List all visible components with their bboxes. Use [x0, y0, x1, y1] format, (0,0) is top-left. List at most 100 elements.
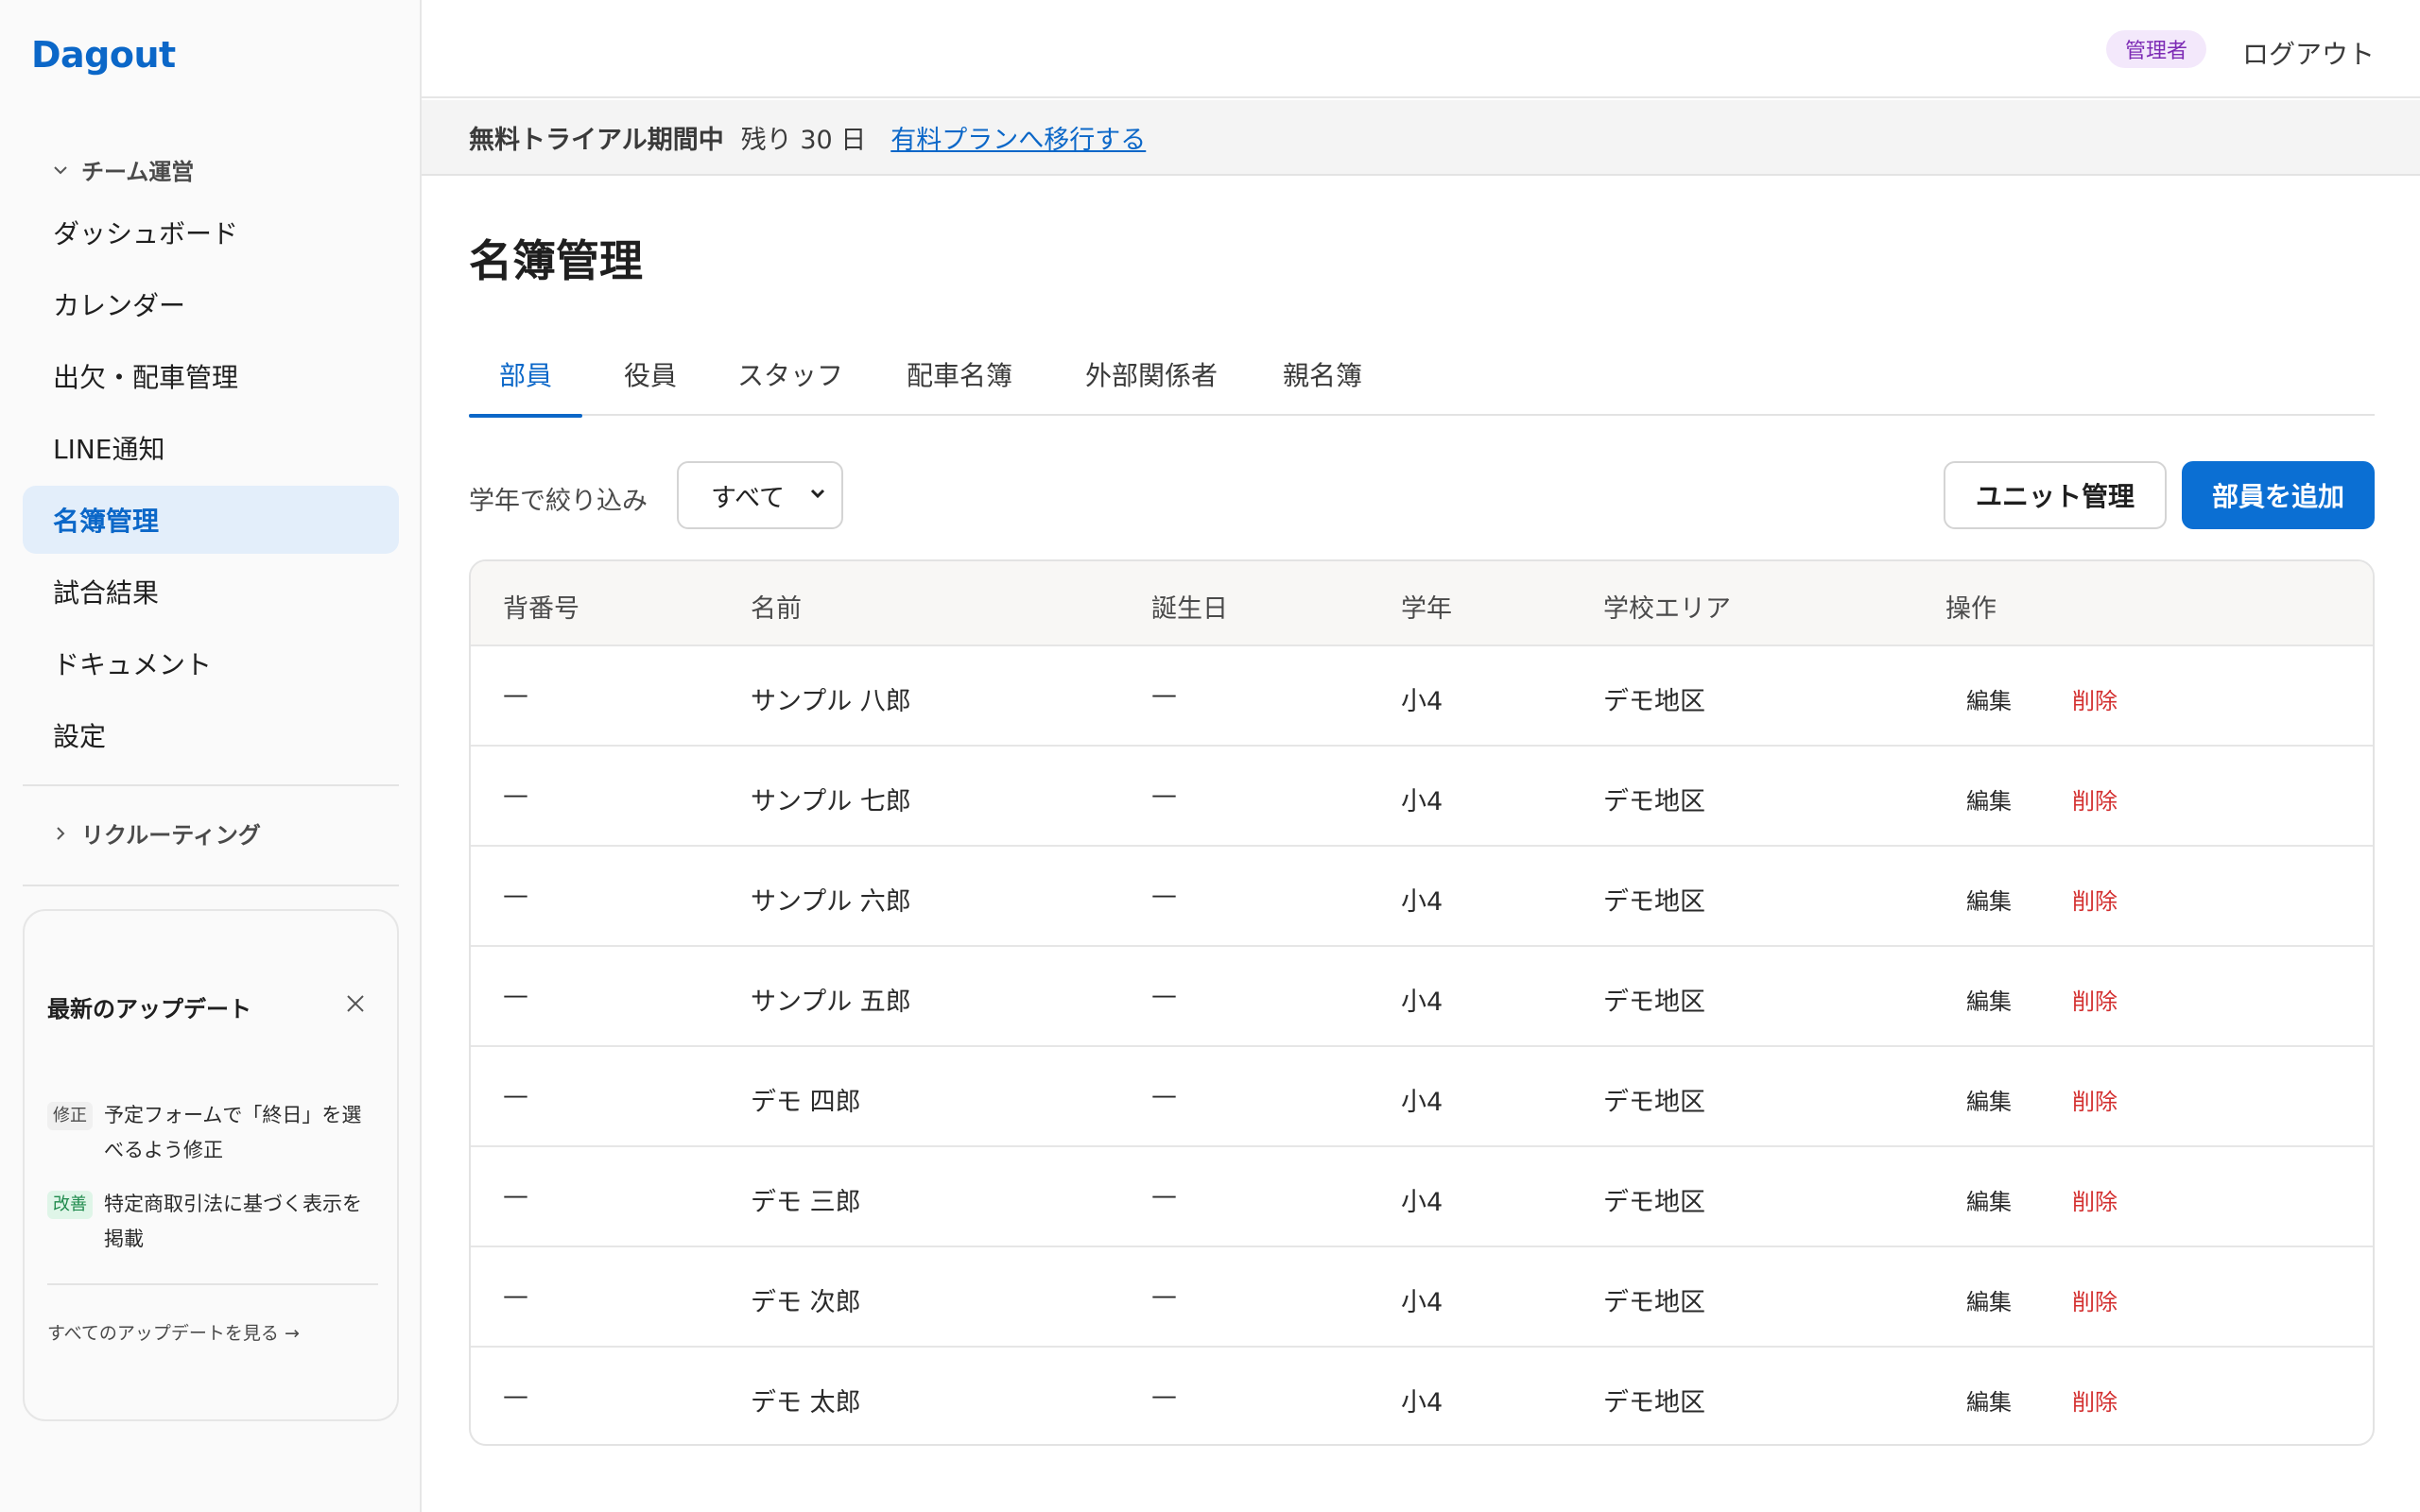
column-header: 背番号	[503, 594, 579, 624]
delete-button[interactable]: 削除	[2072, 983, 2118, 1016]
all-updates-link[interactable]: すべてのアップデートを見る →	[47, 1319, 300, 1345]
delete-button[interactable]: 削除	[2072, 883, 2118, 916]
edit-button[interactable]: 編集	[1966, 983, 2012, 1016]
cell-number: —	[503, 1281, 528, 1311]
tab-staff[interactable]: スタッフ	[724, 350, 856, 416]
sidebar-item-label: LINE通知	[53, 434, 165, 465]
cell-name: デモ 太郎	[751, 1388, 861, 1418]
table-row: — サンプル 五郎 — 小4 デモ地区 編集 削除	[471, 945, 2373, 1045]
delete-button[interactable]: 削除	[2072, 1383, 2118, 1417]
chevron-down-icon	[807, 481, 828, 510]
sidebar-group-recruiting[interactable]: リクルーティング	[47, 816, 261, 850]
sidebar-divider	[23, 885, 399, 886]
app-logo[interactable]: Dagout	[31, 34, 176, 76]
sidebar-item-label: 設定	[53, 721, 107, 752]
edit-button[interactable]: 編集	[1966, 1083, 2012, 1116]
cell-name: デモ 次郎	[751, 1288, 861, 1317]
members-table: 背番号 名前 誕生日 学年 学校エリア 操作 — サンプル 八郎 — 小4 デモ地区 編集…	[469, 559, 2375, 1446]
edit-button[interactable]: 編集	[1966, 782, 2012, 816]
tab-label: 親名簿	[1282, 360, 1362, 391]
add-member-button[interactable]: 部員を追加	[2182, 461, 2375, 529]
cell-area: デモ地区	[1603, 687, 1705, 716]
sidebar-item-attendance[interactable]: 出欠・配車管理	[23, 342, 399, 410]
sidebar-group-team[interactable]: チーム運営	[47, 153, 194, 186]
edit-button[interactable]: 編集	[1966, 883, 2012, 916]
update-entry: 修正 予定フォームで「終日」を選べるよう修正	[47, 1098, 378, 1168]
tab-carpool[interactable]: 配車名簿	[881, 350, 1038, 416]
delete-button[interactable]: 削除	[2072, 1083, 2118, 1116]
delete-button[interactable]: 削除	[2072, 782, 2118, 816]
sidebar-item-line[interactable]: LINE通知	[23, 414, 399, 482]
sidebar-item-calendar[interactable]: カレンダー	[23, 270, 399, 338]
tab-officers[interactable]: 役員	[590, 350, 711, 416]
delete-button[interactable]: 削除	[2072, 1183, 2118, 1216]
sidebar: Dagout チーム運営 ダッシュボード カレンダー 出欠・配車管理 LINE通…	[0, 0, 422, 1512]
edit-button[interactable]: 編集	[1966, 682, 2012, 715]
chevron-right-icon	[47, 820, 74, 847]
cell-number: —	[503, 781, 528, 810]
cell-grade: 小4	[1401, 787, 1443, 816]
cell-birthday: —	[1151, 1181, 1177, 1211]
update-entry: 改善 特定商取引法に基づく表示を掲載	[47, 1187, 378, 1257]
sidebar-group-label: リクルーティング	[81, 822, 261, 849]
sidebar-item-dashboard[interactable]: ダッシュボード	[23, 198, 399, 266]
edit-button[interactable]: 編集	[1966, 1283, 2012, 1316]
grade-filter-select[interactable]: すべて	[677, 461, 843, 529]
table-row: — デモ 三郎 — 小4 デモ地区 編集 削除	[471, 1145, 2373, 1246]
sidebar-item-results[interactable]: 試合結果	[23, 558, 399, 626]
cell-name: デモ 三郎	[751, 1188, 861, 1217]
table-row: — サンプル 六郎 — 小4 デモ地区 編集 削除	[471, 845, 2373, 945]
cell-number: —	[503, 1081, 528, 1110]
tab-members[interactable]: 部員	[469, 350, 582, 418]
table-row: — デモ 四郎 — 小4 デモ地区 編集 削除	[471, 1045, 2373, 1145]
cell-number: —	[503, 680, 528, 710]
delete-button[interactable]: 削除	[2072, 1283, 2118, 1316]
cell-number: —	[503, 1382, 528, 1411]
logout-link[interactable]: ログアウト	[2242, 34, 2375, 72]
roster-tabs: 部員 役員 スタッフ 配車名簿 外部関係者 親名簿	[469, 350, 2375, 418]
sidebar-item-settings[interactable]: 設定	[23, 701, 399, 769]
cell-grade: 小4	[1401, 887, 1443, 917]
delete-button[interactable]: 削除	[2072, 682, 2118, 715]
unit-management-button[interactable]: ユニット管理	[1944, 461, 2167, 529]
update-text: 特定商取引法に基づく表示を掲載	[104, 1193, 362, 1250]
cell-birthday: —	[1151, 1081, 1177, 1110]
update-text: 予定フォームで「終日」を選べるよう修正	[104, 1104, 362, 1161]
cell-area: デモ地区	[1603, 988, 1705, 1017]
tab-label: 役員	[623, 360, 677, 391]
tab-parents[interactable]: 親名簿	[1261, 350, 1384, 416]
cell-name: サンプル 五郎	[751, 988, 911, 1017]
tab-external[interactable]: 外部関係者	[1059, 350, 1244, 416]
edit-button[interactable]: 編集	[1966, 1383, 2012, 1417]
table-row: — デモ 太郎 — 小4 デモ地区 編集 削除	[471, 1346, 2373, 1444]
trial-remaining: 残り 30 日	[740, 125, 867, 155]
role-badge: 管理者	[2106, 30, 2207, 68]
chevron-down-icon	[47, 157, 74, 183]
sidebar-item-documents[interactable]: ドキュメント	[23, 629, 399, 697]
top-bar: 管理者 ログアウト	[422, 0, 2420, 98]
edit-button[interactable]: 編集	[1966, 1183, 2012, 1216]
cell-birthday: —	[1151, 1382, 1177, 1411]
cell-number: —	[503, 881, 528, 910]
update-badge: 改善	[47, 1191, 93, 1219]
table-row: — デモ 次郎 — 小4 デモ地区 編集 削除	[471, 1246, 2373, 1346]
cell-number: —	[503, 981, 528, 1010]
upgrade-link[interactable]: 有料プランへ移行する	[890, 119, 1146, 156]
sidebar-item-roster[interactable]: 名簿管理	[23, 486, 399, 554]
cell-number: —	[503, 1181, 528, 1211]
cell-grade: 小4	[1401, 1388, 1443, 1418]
cell-area: デモ地区	[1603, 1288, 1705, 1317]
sidebar-item-label: 出欠・配車管理	[53, 362, 239, 393]
tab-label: スタッフ	[736, 360, 843, 391]
sidebar-group-label: チーム運営	[81, 159, 195, 185]
cell-grade: 小4	[1401, 1288, 1443, 1317]
cell-name: サンプル 七郎	[751, 787, 911, 816]
cell-name: サンプル 六郎	[751, 887, 911, 917]
column-header: 学年	[1401, 594, 1452, 624]
column-header: 学校エリア	[1603, 594, 1731, 624]
close-icon[interactable]	[338, 987, 372, 1021]
page-title: 名簿管理	[469, 235, 643, 286]
column-header: 操作	[1945, 594, 1996, 624]
select-value: すべて	[711, 483, 786, 513]
sidebar-item-label: 名簿管理	[53, 506, 160, 537]
